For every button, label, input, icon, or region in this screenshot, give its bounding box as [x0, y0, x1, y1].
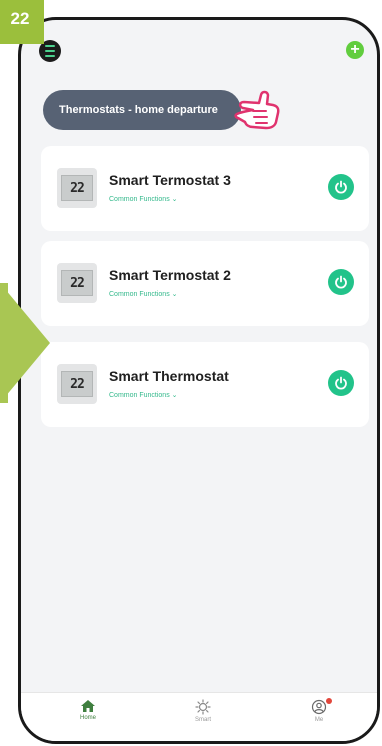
- house-icon: [81, 700, 95, 712]
- thermostat-thumbnail: 22: [57, 263, 97, 303]
- chevron-down-icon: ⌄: [171, 392, 178, 399]
- step-number-badge: 22: [0, 0, 44, 44]
- thermostat-display-value: 22: [61, 371, 93, 397]
- common-functions-link[interactable]: Common Functions ⌄: [109, 290, 178, 298]
- plus-icon[interactable]: +: [346, 41, 364, 59]
- side-arrow-icon: [0, 283, 50, 403]
- tab-label: Home: [79, 715, 96, 721]
- scene-label: Thermostats - home departure: [59, 104, 218, 116]
- tab-label: Me: [314, 717, 324, 723]
- device-card-smart-thermostat[interactable]: 22 Smart Thermostat Common Functions ⌄: [41, 342, 369, 427]
- thermostat-display-value: 22: [61, 270, 93, 296]
- power-icon[interactable]: [328, 269, 354, 295]
- sun-icon: [195, 699, 211, 715]
- power-icon[interactable]: [328, 370, 354, 396]
- tab-label: Smart: [194, 717, 211, 723]
- common-functions-link[interactable]: Common Functions ⌄: [109, 391, 178, 399]
- tab-home[interactable]: Home: [58, 699, 118, 721]
- common-functions-link[interactable]: Common Functions ⌄: [109, 195, 178, 203]
- tab-smart[interactable]: Smart: [173, 699, 233, 723]
- thermostat-display-value: 22: [61, 175, 93, 201]
- power-icon[interactable]: [328, 174, 354, 200]
- pointing-hand-icon: [234, 90, 280, 130]
- bottom-tab-bar: Home Smart Me: [21, 692, 377, 741]
- chevron-down-icon: ⌄: [171, 196, 178, 203]
- tab-me[interactable]: Me: [289, 698, 349, 723]
- thermostat-thumbnail: 22: [57, 364, 97, 404]
- device-card-smart-termostat-3[interactable]: 22 Smart Termostat 3 Common Functions ⌄: [41, 146, 369, 231]
- scene-thermostats-home-departure[interactable]: Thermostats - home departure: [43, 90, 241, 130]
- chevron-down-icon: ⌄: [171, 291, 178, 298]
- phone-frame: + Thermostats - home departure 22 Smart …: [18, 17, 380, 744]
- profile-icon: [311, 699, 327, 715]
- device-card-smart-termostat-2[interactable]: 22 Smart Termostat 2 Common Functions ⌄: [41, 241, 369, 326]
- top-bar: +: [21, 20, 377, 90]
- notification-dot: [326, 698, 332, 704]
- device-name: Smart Termostat 3: [109, 172, 231, 188]
- device-name: Smart Thermostat: [109, 368, 229, 384]
- device-name: Smart Termostat 2: [109, 267, 231, 283]
- thermostat-thumbnail: 22: [57, 168, 97, 208]
- step-number: 22: [10, 9, 30, 28]
